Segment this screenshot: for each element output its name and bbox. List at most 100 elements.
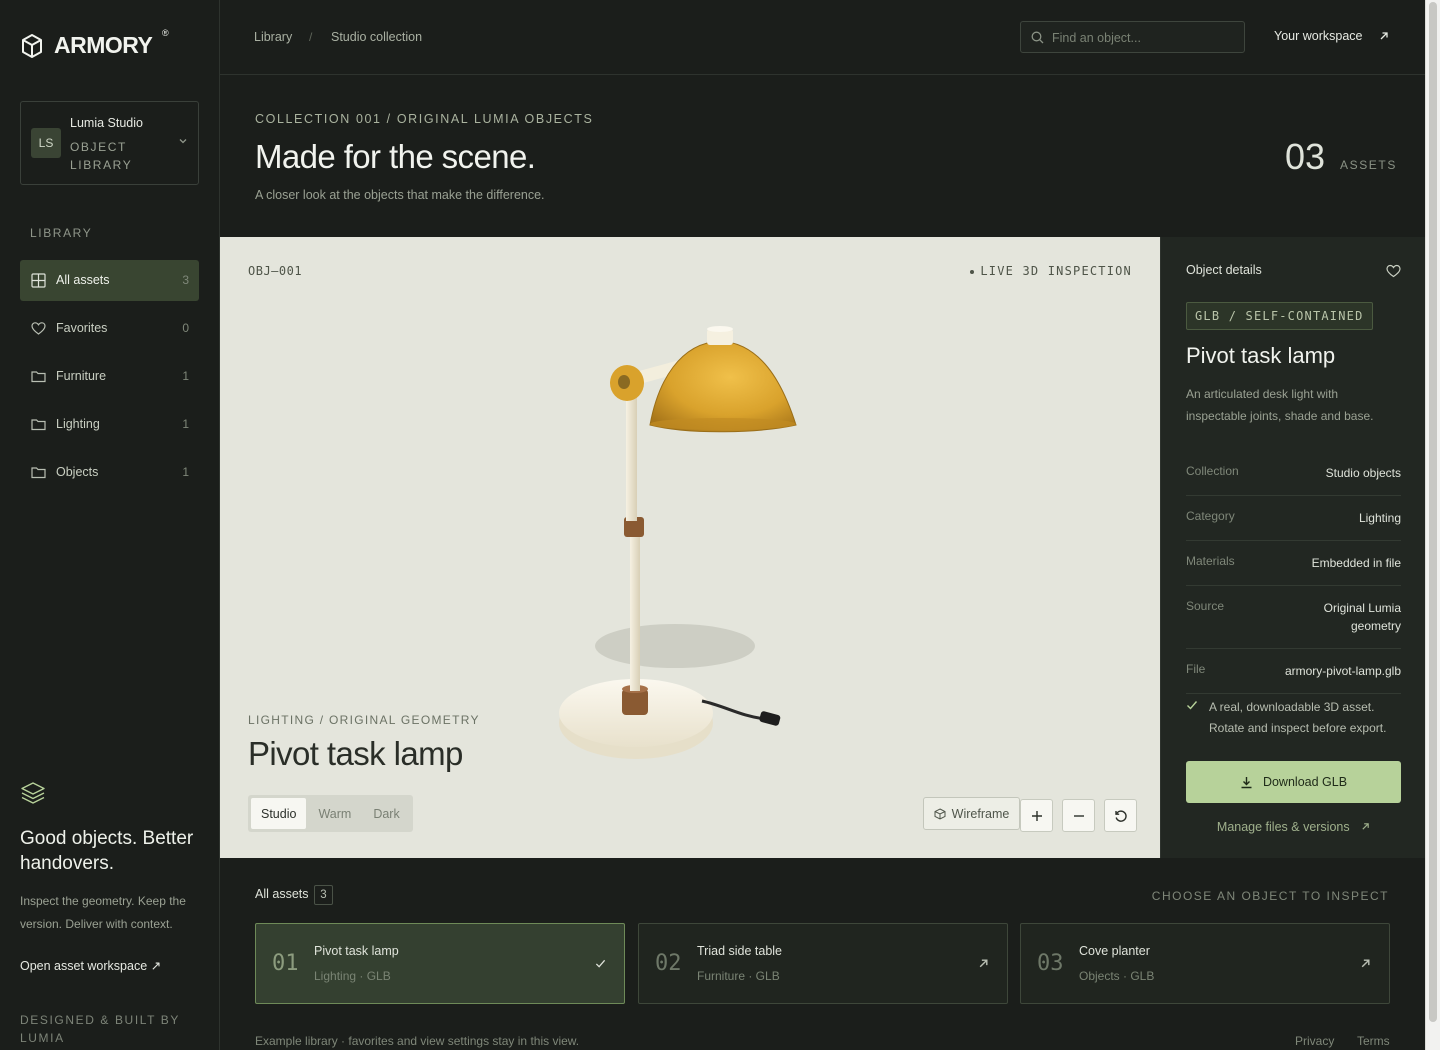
search-box[interactable] (1020, 21, 1245, 53)
manage-files-label: Manage files & versions (1216, 820, 1350, 834)
brand-registered-mark: ® (162, 28, 169, 38)
sidebar-item-label: Favorites (56, 321, 108, 335)
workspace-avatar: LS (31, 128, 61, 158)
asset-card-name: Triad side table (697, 944, 782, 958)
detail-value: armory-pivot-lamp.glb (1284, 664, 1401, 678)
environment-studio-button[interactable]: Studio (251, 798, 307, 829)
layers-icon (21, 782, 45, 804)
download-icon (1241, 776, 1252, 788)
details-description: An articulated desk light with inspectab… (1186, 387, 1374, 423)
page-title: Made for the scene. (255, 138, 536, 175)
asset-card-meta: Furniture · GLB (697, 969, 780, 983)
breadcrumb-separator: / (309, 30, 313, 44)
library-section-label: LIBRARY (30, 226, 93, 240)
lamp-3d-model[interactable] (550, 321, 810, 781)
asset-card-name: Cove planter (1079, 944, 1150, 958)
scrollbar-thumb[interactable] (1429, 2, 1437, 1022)
details-metadata-list: Collection Studio objects Category Light… (1186, 451, 1401, 694)
wireframe-label: Wireframe (951, 806, 1010, 821)
grid-icon (31, 273, 46, 288)
asset-card-pivot-task-lamp[interactable]: 01 Pivot task lamp Lighting · GLB (255, 923, 625, 1004)
detail-key: Collection (1186, 464, 1239, 478)
sidebar-item-objects[interactable]: Objects 1 (20, 452, 199, 493)
detail-key: File (1186, 662, 1206, 676)
sidebar-item-label: Objects (56, 465, 99, 479)
detail-value: Embedded in file (1311, 556, 1401, 570)
format-badge: GLB / SELF-CONTAINED (1186, 302, 1373, 330)
asset-count-label: ASSETS (1340, 158, 1397, 172)
3d-viewer[interactable]: OBJ—001 LIVE 3D INSPECTION LIGHTING / OR… (220, 237, 1160, 858)
page-subtitle: A closer look at the objects that make t… (255, 188, 545, 202)
asset-card-number: 02 (655, 951, 682, 976)
open-asset-workspace-link[interactable]: Open asset workspace ↗ (20, 958, 161, 973)
sidebar-item-all-assets[interactable]: All assets 3 (20, 260, 199, 301)
arrow-up-right-icon (979, 959, 988, 968)
asset-card-triad-side-table[interactable]: 02 Triad side table Furniture · GLB (638, 923, 1008, 1004)
lamp-plug (759, 711, 781, 726)
collection-eyebrow: COLLECTION 001 / ORIGINAL LUMIA OBJECTS (255, 112, 594, 126)
brand-name: ARMORY (54, 32, 153, 58)
detail-value: Studio objects (1325, 466, 1401, 480)
detail-key: Materials (1186, 554, 1235, 568)
asset-card-cove-planter[interactable]: 03 Cove planter Objects · GLB (1020, 923, 1390, 1004)
cube-icon (934, 807, 946, 820)
minus-icon (1073, 814, 1084, 817)
environment-warm-button[interactable]: Warm (308, 798, 361, 829)
asset-card-name: Pivot task lamp (314, 944, 399, 958)
viewer-object-title: Pivot task lamp (248, 735, 463, 772)
sidebar-item-favorites[interactable]: Favorites 0 (20, 308, 199, 349)
your-workspace-link[interactable]: Your workspace (1274, 29, 1362, 43)
environment-dark-button[interactable]: Dark (363, 798, 409, 829)
wireframe-button[interactable]: Wireframe (923, 797, 1020, 830)
search-input[interactable] (1052, 28, 1237, 48)
sidebar-item-label: All assets (56, 273, 110, 287)
lamp-lower-pole (630, 521, 640, 691)
live-label-text: LIVE 3D INSPECTION (980, 264, 1132, 278)
favorite-heart-icon[interactable] (1386, 264, 1401, 278)
detail-value: Lighting (1358, 511, 1401, 525)
promo-body: Inspect the geometry. Keep the version. … (20, 894, 186, 931)
terms-link[interactable]: Terms (1357, 1034, 1390, 1048)
workspace-name: Lumia Studio (70, 116, 143, 130)
page-scrollbar[interactable] (1425, 0, 1440, 1050)
sidebar-item-label: Furniture (56, 369, 107, 383)
heart-icon (31, 322, 46, 335)
privacy-link[interactable]: Privacy (1295, 1034, 1334, 1048)
reset-view-button[interactable] (1104, 799, 1137, 832)
check-icon (1187, 701, 1198, 710)
sidebar-item-label: Lighting (56, 417, 100, 431)
plus-icon (1031, 810, 1042, 821)
folder-icon (31, 419, 46, 431)
zoom-out-button[interactable] (1062, 799, 1095, 832)
arrow-up-right-icon (1361, 959, 1370, 968)
check-icon (595, 959, 606, 968)
assets-strip-label: All assets (255, 887, 309, 901)
manage-files-link[interactable]: Manage files & versions (1161, 820, 1426, 834)
asset-card-number: 01 (272, 951, 299, 976)
live-inspection-label: LIVE 3D INSPECTION (970, 264, 1132, 278)
workspace-switcher[interactable]: LS Lumia Studio OBJECT LIBRARY (20, 101, 199, 185)
workspace-subtitle: OBJECT LIBRARY (70, 140, 133, 172)
assets-strip-count: 3 (314, 885, 333, 905)
sidebar-item-count: 0 (182, 321, 189, 335)
breadcrumb-library[interactable]: Library (254, 30, 292, 44)
brand-logo[interactable]: ARMORY ® (20, 28, 169, 59)
breadcrumb-studio-collection[interactable]: Studio collection (331, 30, 422, 44)
lamp-shadow (595, 624, 755, 668)
sidebar-item-lighting[interactable]: Lighting 1 (20, 404, 199, 445)
promo-headline: Good objects. Better handovers. (20, 828, 194, 874)
sidebar-item-count: 1 (182, 465, 189, 479)
cube-icon (22, 33, 42, 58)
zoom-in-button[interactable] (1020, 799, 1053, 832)
asset-card-meta: Objects · GLB (1079, 969, 1155, 983)
download-glb-button[interactable]: Download GLB (1186, 761, 1401, 803)
details-title: Pivot task lamp (1186, 343, 1336, 368)
sidebar-item-furniture[interactable]: Furniture 1 (20, 356, 199, 397)
arrow-up-right-icon (1380, 32, 1388, 40)
designer-credit: DESIGNED & BUILT BY LUMIA (20, 1013, 180, 1045)
download-label: Download GLB (1262, 775, 1348, 789)
detail-row-collection: Collection Studio objects (1186, 451, 1401, 496)
object-id: OBJ—001 (248, 264, 303, 278)
details-heading: Object details (1186, 263, 1262, 277)
sidebar-item-count: 3 (182, 273, 189, 287)
